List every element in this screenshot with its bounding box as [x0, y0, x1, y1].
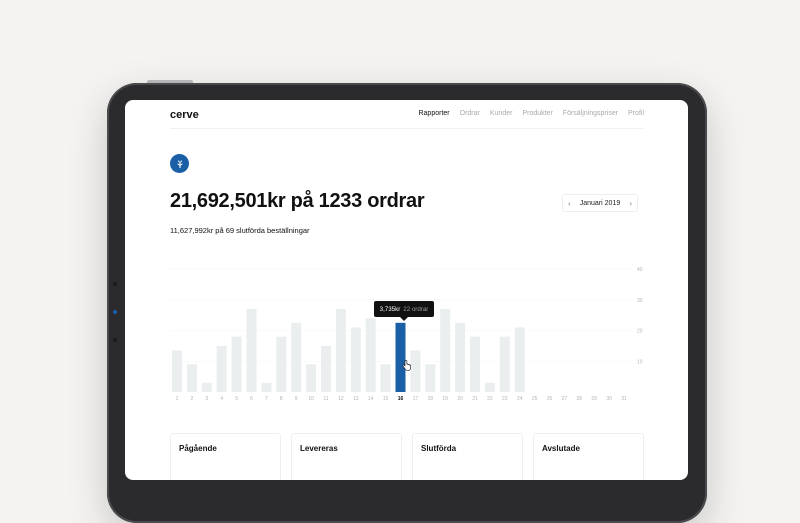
- x-tick-label: 18: [428, 396, 434, 402]
- x-tick-label: 24: [517, 396, 523, 402]
- nav-item-profil[interactable]: Profil: [628, 110, 644, 117]
- chart-bar[interactable]: [514, 327, 525, 392]
- nav-item-kunder[interactable]: Kunder: [490, 110, 513, 117]
- category-badge: [170, 154, 189, 173]
- chevron-right-icon[interactable]: ›: [629, 199, 632, 208]
- month-picker[interactable]: ‹ Januari 2019 ›: [562, 194, 638, 212]
- y-tick-label: 40: [637, 267, 643, 273]
- x-tick-label: 14: [368, 396, 374, 402]
- chart-bar[interactable]: [186, 364, 197, 392]
- hand-cursor-icon: [402, 360, 411, 371]
- x-tick-label: 31: [621, 396, 627, 402]
- completed-orders-subline: 11,627,992kr på 69 slutförda beställning…: [170, 226, 310, 235]
- y-tick-label: 30: [637, 298, 643, 304]
- y-tick-label: 20: [637, 329, 643, 335]
- top-nav: Rapporter Ordrar Kunder Produkter Försäl…: [418, 110, 644, 117]
- chart-bar[interactable]: [380, 364, 391, 392]
- x-tick-label: 7: [265, 396, 268, 402]
- x-tick-label: 25: [532, 396, 538, 402]
- chart-bar[interactable]: [201, 382, 212, 392]
- chart-bar[interactable]: [276, 336, 287, 392]
- x-tick-label: 1: [176, 396, 179, 402]
- status-card-levereras[interactable]: Levereras: [291, 433, 402, 480]
- x-tick-label: 2: [191, 396, 194, 402]
- tablet-side-dot-blue: [113, 310, 117, 314]
- x-tick-label: 27: [562, 396, 568, 402]
- chart-bar[interactable]: [365, 318, 376, 392]
- x-tick-label: 16: [398, 396, 404, 402]
- bar-tooltip: 3,735kr 22 ordrar: [374, 301, 434, 321]
- chart-bar[interactable]: [335, 308, 346, 392]
- nav-item-rapporter[interactable]: Rapporter: [418, 110, 449, 117]
- chart-bar[interactable]: [455, 322, 466, 392]
- leaf-icon: [176, 159, 183, 168]
- x-tick-label: 22: [487, 396, 493, 402]
- chart-bar[interactable]: [470, 336, 480, 392]
- status-card-slutforda[interactable]: Slutförda: [412, 433, 523, 480]
- tablet-side-dot: [113, 282, 117, 286]
- card-title: Levereras: [300, 444, 338, 453]
- tooltip-amount: 3,735kr: [379, 305, 401, 313]
- card-title: Slutförda: [421, 444, 457, 453]
- x-tick-label: 17: [413, 396, 419, 402]
- card-title: Avslutade: [542, 444, 580, 453]
- x-tick-label: 29: [591, 396, 597, 402]
- chart-bar[interactable]: [321, 345, 331, 392]
- order-status-cards: Pågående Levereras Slutförda Avslutade: [170, 433, 644, 480]
- chart-bar[interactable]: [350, 327, 361, 392]
- x-tick-label: 21: [472, 396, 478, 402]
- chart-bar[interactable]: [216, 345, 227, 392]
- x-tick-label: 30: [606, 396, 612, 402]
- status-card-avslutade[interactable]: Avslutade: [533, 433, 644, 480]
- x-tick-label: 20: [457, 396, 463, 402]
- header-divider: [170, 128, 644, 129]
- chart-bar[interactable]: [231, 336, 242, 392]
- chart-bar[interactable]: [172, 350, 182, 392]
- chevron-left-icon[interactable]: ‹: [568, 199, 571, 208]
- app-screen: cerve Rapporter Ordrar Kunder Produkter …: [125, 100, 688, 480]
- chart-bar[interactable]: [261, 382, 272, 392]
- x-tick-label: 13: [353, 396, 359, 402]
- x-tick-label: 6: [250, 396, 253, 402]
- chart-bar[interactable]: [499, 336, 510, 392]
- x-tick-label: 26: [547, 396, 553, 402]
- chart-bar[interactable]: [246, 308, 257, 392]
- nav-item-forsaljningspriser[interactable]: Försäljningspriser: [563, 110, 618, 117]
- tablet-side-dot: [113, 338, 117, 342]
- card-title: Pågående: [179, 444, 217, 453]
- x-tick-label: 3: [205, 396, 208, 402]
- x-tick-label: 15: [383, 396, 389, 402]
- x-tick-label: 12: [338, 396, 344, 402]
- chart-bar[interactable]: [425, 364, 436, 392]
- x-tick-label: 10: [308, 396, 314, 402]
- nav-item-produkter[interactable]: Produkter: [522, 110, 552, 117]
- x-tick-label: 23: [502, 396, 508, 402]
- chart-bar-highlighted[interactable]: [395, 322, 406, 392]
- x-tick-label: 9: [295, 396, 298, 402]
- orders-bar-chart: 403020101 2 3 4 5 6 7 8 9 10 11 12 13 14 15 16 17 18 19 20 2…: [170, 267, 643, 402]
- x-tick-label: 8: [280, 396, 283, 402]
- x-tick-label: 5: [235, 396, 238, 402]
- x-tick-label: 4: [220, 396, 223, 402]
- month-label: Januari 2019: [579, 199, 621, 207]
- x-tick-label: 19: [442, 396, 448, 402]
- chart-bar[interactable]: [410, 350, 421, 392]
- revenue-headline: 21,692,501kr på 1233 ordrar: [170, 190, 425, 212]
- tooltip-orders: 22 ordrar: [403, 305, 429, 313]
- app-logo[interactable]: cerve: [170, 109, 199, 121]
- x-tick-label: 28: [577, 396, 583, 402]
- chart-bar[interactable]: [291, 322, 302, 392]
- y-tick-label: 10: [637, 359, 643, 365]
- chart-bar[interactable]: [440, 308, 451, 392]
- chart-bar[interactable]: [306, 364, 317, 392]
- chart-bar[interactable]: [484, 382, 495, 392]
- status-card-pagaende[interactable]: Pågående: [170, 433, 281, 480]
- nav-item-ordrar[interactable]: Ordrar: [460, 110, 480, 117]
- x-tick-label: 11: [323, 396, 328, 402]
